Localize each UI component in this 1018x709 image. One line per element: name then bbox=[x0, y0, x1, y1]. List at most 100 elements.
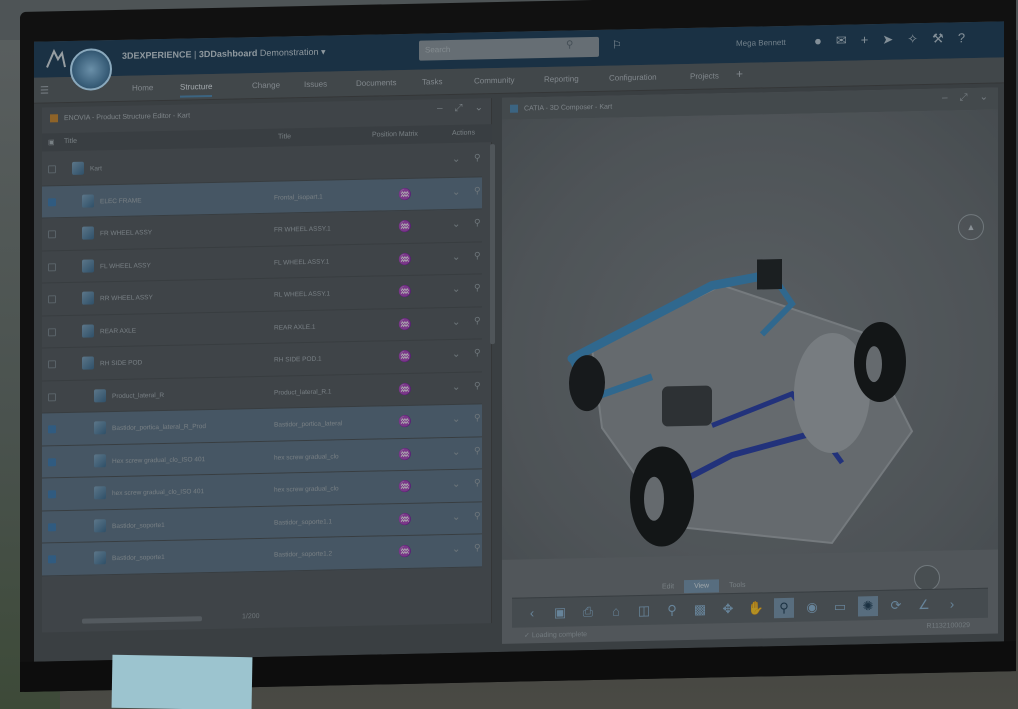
pin-icon[interactable]: ⚲ bbox=[474, 510, 481, 521]
arrow-right-icon[interactable]: › bbox=[942, 594, 962, 614]
cube-icon[interactable]: ▩ bbox=[690, 599, 710, 619]
row-checkbox[interactable] bbox=[48, 165, 56, 174]
row-checkbox[interactable] bbox=[48, 555, 56, 564]
help-icon[interactable]: ? bbox=[958, 30, 965, 46]
expand-icon[interactable]: ⤢ bbox=[960, 92, 968, 103]
chevron-down-icon[interactable]: ⌄ bbox=[452, 219, 460, 230]
pin-icon[interactable]: ⚲ bbox=[474, 412, 481, 423]
position-icon[interactable]: ♒ bbox=[398, 480, 412, 493]
share-icon[interactable]: ➤ bbox=[882, 32, 893, 48]
robot-compass-icon[interactable] bbox=[914, 564, 940, 592]
user-name[interactable]: Mega Bennett bbox=[736, 38, 786, 48]
row-checkbox[interactable] bbox=[48, 230, 56, 239]
position-icon[interactable]: ♒ bbox=[398, 220, 412, 233]
column-title[interactable]: Title bbox=[64, 138, 77, 145]
minimize-icon[interactable]: – bbox=[942, 93, 948, 104]
sidebar-toggle-icon[interactable]: ☰ bbox=[40, 85, 49, 96]
3d-viewport[interactable]: ▲ bbox=[502, 109, 998, 592]
expand-icon[interactable]: ⤢ bbox=[455, 103, 463, 114]
pin-icon[interactable]: ⚲ bbox=[474, 542, 481, 553]
chevron-down-icon[interactable]: ⌄ bbox=[475, 102, 483, 113]
layers-icon[interactable]: ▣ bbox=[550, 602, 570, 622]
search-icon[interactable]: ⚲ bbox=[566, 39, 573, 50]
row-checkbox[interactable] bbox=[48, 262, 56, 271]
panel-icon[interactable]: ◫ bbox=[634, 600, 654, 620]
row-checkbox[interactable] bbox=[48, 360, 56, 369]
chevron-down-icon[interactable]: ⌄ bbox=[452, 316, 460, 327]
position-icon[interactable]: ♒ bbox=[398, 317, 412, 330]
avatar[interactable]: ● bbox=[814, 33, 822, 49]
view-tab-view[interactable]: View bbox=[684, 579, 720, 594]
network-icon[interactable]: ✧ bbox=[907, 31, 918, 47]
pin-icon[interactable]: ⚲ bbox=[474, 152, 481, 163]
add-icon[interactable]: + bbox=[861, 32, 869, 48]
chevron-down-icon[interactable]: ⌄ bbox=[452, 446, 460, 457]
position-icon[interactable]: ♒ bbox=[398, 415, 412, 428]
tab-community[interactable]: Community bbox=[474, 76, 514, 86]
row-checkbox[interactable] bbox=[48, 327, 56, 336]
view-tab-tools[interactable]: Tools bbox=[719, 579, 755, 593]
column-actions[interactable]: Actions bbox=[452, 129, 475, 136]
pin-icon[interactable]: ⚲ bbox=[474, 347, 481, 358]
row-checkbox[interactable] bbox=[48, 392, 56, 401]
pin-icon[interactable]: ⚲ bbox=[474, 217, 481, 228]
tab-issues[interactable]: Issues bbox=[304, 80, 327, 89]
kart-model[interactable] bbox=[532, 160, 952, 589]
row-checkbox[interactable] bbox=[48, 295, 56, 304]
zoom-icon[interactable]: ⚲ bbox=[774, 597, 794, 618]
position-icon[interactable]: ♒ bbox=[398, 252, 412, 265]
print-icon[interactable]: ⎙ bbox=[578, 601, 598, 621]
pin-icon[interactable]: ⚲ bbox=[474, 185, 481, 196]
tools-icon[interactable]: ⚒ bbox=[932, 31, 944, 47]
pin-icon[interactable]: ⚲ bbox=[474, 380, 481, 391]
zoom-level[interactable]: 1/200 bbox=[242, 613, 260, 620]
measure-icon[interactable]: ∠ bbox=[914, 594, 934, 614]
tab-configuration[interactable]: Configuration bbox=[609, 73, 657, 83]
position-icon[interactable]: ♒ bbox=[398, 382, 412, 395]
ds-logo-icon[interactable] bbox=[42, 45, 70, 74]
magnify-icon[interactable]: ⚲ bbox=[662, 600, 682, 620]
position-icon[interactable]: ♒ bbox=[398, 187, 412, 200]
pin-icon[interactable]: ⚲ bbox=[474, 477, 481, 488]
chevron-down-icon[interactable]: ⌄ bbox=[452, 544, 460, 555]
chevron-down-icon[interactable]: ⌄ bbox=[452, 479, 460, 490]
minimize-icon[interactable]: – bbox=[437, 103, 443, 114]
tab-reporting[interactable]: Reporting bbox=[544, 74, 579, 84]
tag-icon[interactable]: ⚐ bbox=[612, 38, 622, 51]
column-instance[interactable]: Title bbox=[278, 133, 291, 140]
tab-documents[interactable]: Documents bbox=[356, 78, 396, 88]
pin-icon[interactable]: ⚲ bbox=[474, 250, 481, 261]
rotate-icon[interactable]: ⟳ bbox=[886, 595, 906, 615]
horizontal-scrollbar[interactable] bbox=[82, 616, 202, 624]
row-checkbox[interactable] bbox=[48, 197, 56, 206]
chevron-down-icon[interactable]: ⌄ bbox=[452, 186, 460, 197]
tab-structure[interactable]: Structure bbox=[180, 81, 213, 98]
device-icon[interactable]: ▭ bbox=[830, 596, 850, 616]
chevron-down-icon[interactable]: ⌄ bbox=[452, 511, 460, 522]
pin-icon[interactable]: ⚲ bbox=[474, 445, 481, 456]
explode-icon[interactable]: ✺ bbox=[858, 595, 878, 616]
notifications-icon[interactable]: ✉ bbox=[836, 33, 847, 49]
tab-home[interactable]: Home bbox=[132, 83, 153, 92]
chevron-down-icon[interactable]: ⌄ bbox=[452, 154, 460, 165]
chevron-down-icon[interactable]: ⌄ bbox=[452, 349, 460, 360]
pin-icon[interactable]: ⚲ bbox=[474, 282, 481, 293]
add-tab-icon[interactable]: + bbox=[736, 67, 743, 81]
select-all-checkbox[interactable]: ▣ bbox=[48, 138, 55, 146]
arrow-left-icon[interactable]: ‹ bbox=[522, 603, 542, 623]
tab-tasks[interactable]: Tasks bbox=[422, 77, 442, 86]
app-title[interactable]: 3DEXPERIENCE | 3DDashboard Demonstration… bbox=[122, 47, 326, 62]
tab-projects[interactable]: Projects bbox=[690, 71, 719, 81]
pin-icon[interactable]: ⚲ bbox=[474, 315, 481, 326]
row-checkbox[interactable] bbox=[48, 457, 56, 466]
chevron-down-icon[interactable]: ⌄ bbox=[980, 92, 988, 103]
chevron-down-icon[interactable]: ⌄ bbox=[452, 414, 460, 425]
chevron-down-icon[interactable]: ⌄ bbox=[452, 284, 460, 295]
row-checkbox[interactable] bbox=[48, 490, 56, 499]
position-icon[interactable]: ♒ bbox=[398, 545, 412, 558]
row-checkbox[interactable] bbox=[48, 522, 56, 531]
chevron-down-icon[interactable]: ⌄ bbox=[452, 251, 460, 262]
view-tab-edit[interactable]: Edit bbox=[652, 580, 684, 594]
position-icon[interactable]: ♒ bbox=[398, 512, 412, 525]
vertical-scrollbar[interactable] bbox=[490, 144, 495, 345]
